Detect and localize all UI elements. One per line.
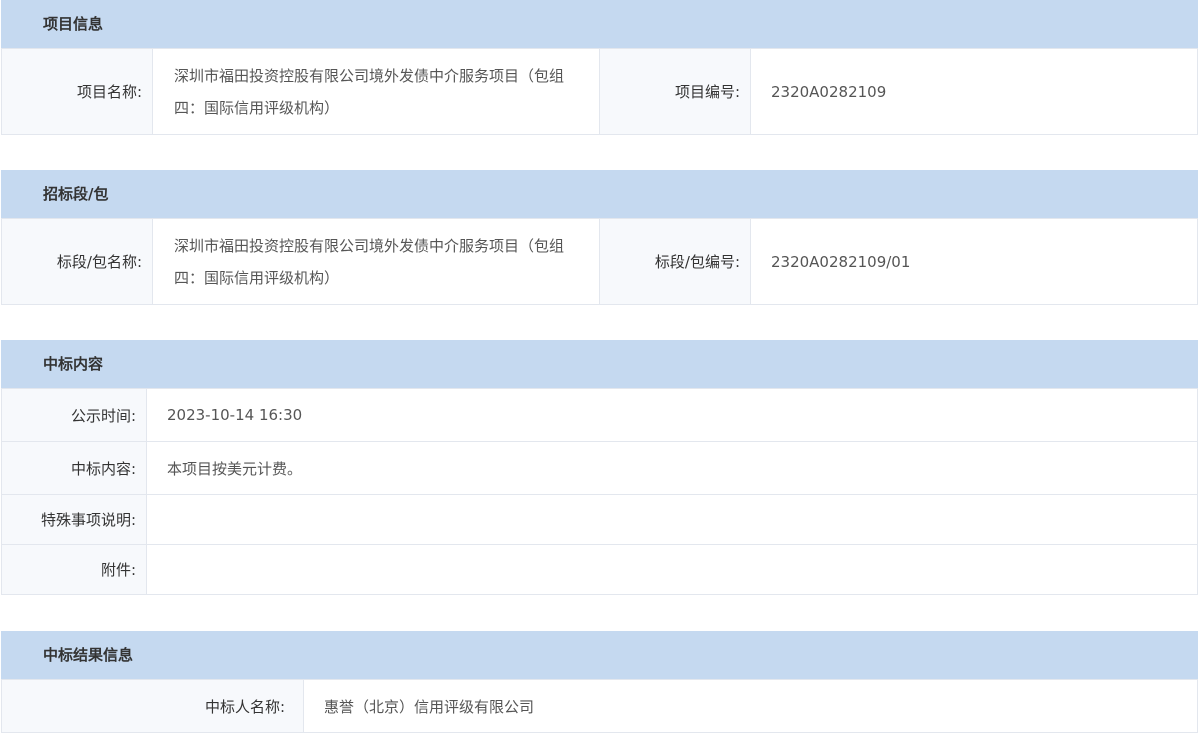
project-name-value: 深圳市福田投资控股有限公司境外发债中介服务项目（包组四：国际信用评级机构）: [152, 48, 600, 135]
award-content-label: 中标内容:: [1, 441, 147, 495]
project-code-value: 2320A0282109: [750, 48, 1198, 135]
lot-name-value: 深圳市福田投资控股有限公司境外发债中介服务项目（包组四：国际信用评级机构）: [152, 218, 600, 305]
special-notes-label: 特殊事项说明:: [1, 494, 147, 545]
table-row: 中标人名称: 惠誉（北京）信用评级有限公司: [1, 679, 1198, 733]
lot-name-text: 深圳市福田投资控股有限公司境外发债中介服务项目（包组四：国际信用评级机构）: [174, 236, 565, 287]
publish-time-value: 2023-10-14 16:30: [146, 388, 1198, 442]
project-name-text: 深圳市福田投资控股有限公司境外发债中介服务项目（包组四：国际信用评级机构）: [174, 66, 565, 117]
table-row: 附件:: [1, 544, 1198, 595]
publish-time-label: 公示时间:: [1, 388, 147, 442]
attachment-label: 附件:: [1, 544, 147, 595]
special-notes-value: [146, 494, 1198, 545]
section-title: 中标结果信息: [1, 631, 1198, 679]
table-row: 中标内容: 本项目按美元计费。: [1, 441, 1198, 495]
lot-section: 招标段/包 标段/包名称: 深圳市福田投资控股有限公司境外发债中介服务项目（包组…: [1, 170, 1198, 305]
section-title: 项目信息: [1, 0, 1198, 48]
award-table: 公示时间: 2023-10-14 16:30 中标内容: 本项目按美元计费。 特…: [1, 388, 1198, 595]
award-content-value: 本项目按美元计费。: [146, 441, 1198, 495]
table-row: 特殊事项说明:: [1, 494, 1198, 545]
section-title: 中标内容: [1, 340, 1198, 388]
project-info-row: 项目名称: 深圳市福田投资控股有限公司境外发债中介服务项目（包组四：国际信用评级…: [1, 48, 1198, 135]
lot-code-label: 标段/包编号:: [599, 218, 751, 305]
award-section: 中标内容 公示时间: 2023-10-14 16:30 中标内容: 本项目按美元…: [1, 340, 1198, 595]
result-table: 中标人名称: 惠誉（北京）信用评级有限公司: [1, 679, 1198, 733]
project-info-table: 项目名称: 深圳市福田投资控股有限公司境外发债中介服务项目（包组四：国际信用评级…: [1, 48, 1198, 135]
winner-name-value: 惠誉（北京）信用评级有限公司: [303, 679, 1198, 733]
result-section: 中标结果信息 中标人名称: 惠誉（北京）信用评级有限公司: [1, 631, 1198, 733]
project-code-label: 项目编号:: [599, 48, 751, 135]
section-title: 招标段/包: [1, 170, 1198, 218]
lot-name-label: 标段/包名称:: [1, 218, 153, 305]
attachment-value: [146, 544, 1198, 595]
lot-table: 标段/包名称: 深圳市福田投资控股有限公司境外发债中介服务项目（包组四：国际信用…: [1, 218, 1198, 305]
winner-name-label: 中标人名称:: [1, 679, 304, 733]
lot-row: 标段/包名称: 深圳市福田投资控股有限公司境外发债中介服务项目（包组四：国际信用…: [1, 218, 1198, 305]
lot-code-value: 2320A0282109/01: [750, 218, 1198, 305]
project-info-section: 项目信息 项目名称: 深圳市福田投资控股有限公司境外发债中介服务项目（包组四：国…: [1, 0, 1198, 135]
table-row: 公示时间: 2023-10-14 16:30: [1, 388, 1198, 442]
project-name-label: 项目名称:: [1, 48, 153, 135]
